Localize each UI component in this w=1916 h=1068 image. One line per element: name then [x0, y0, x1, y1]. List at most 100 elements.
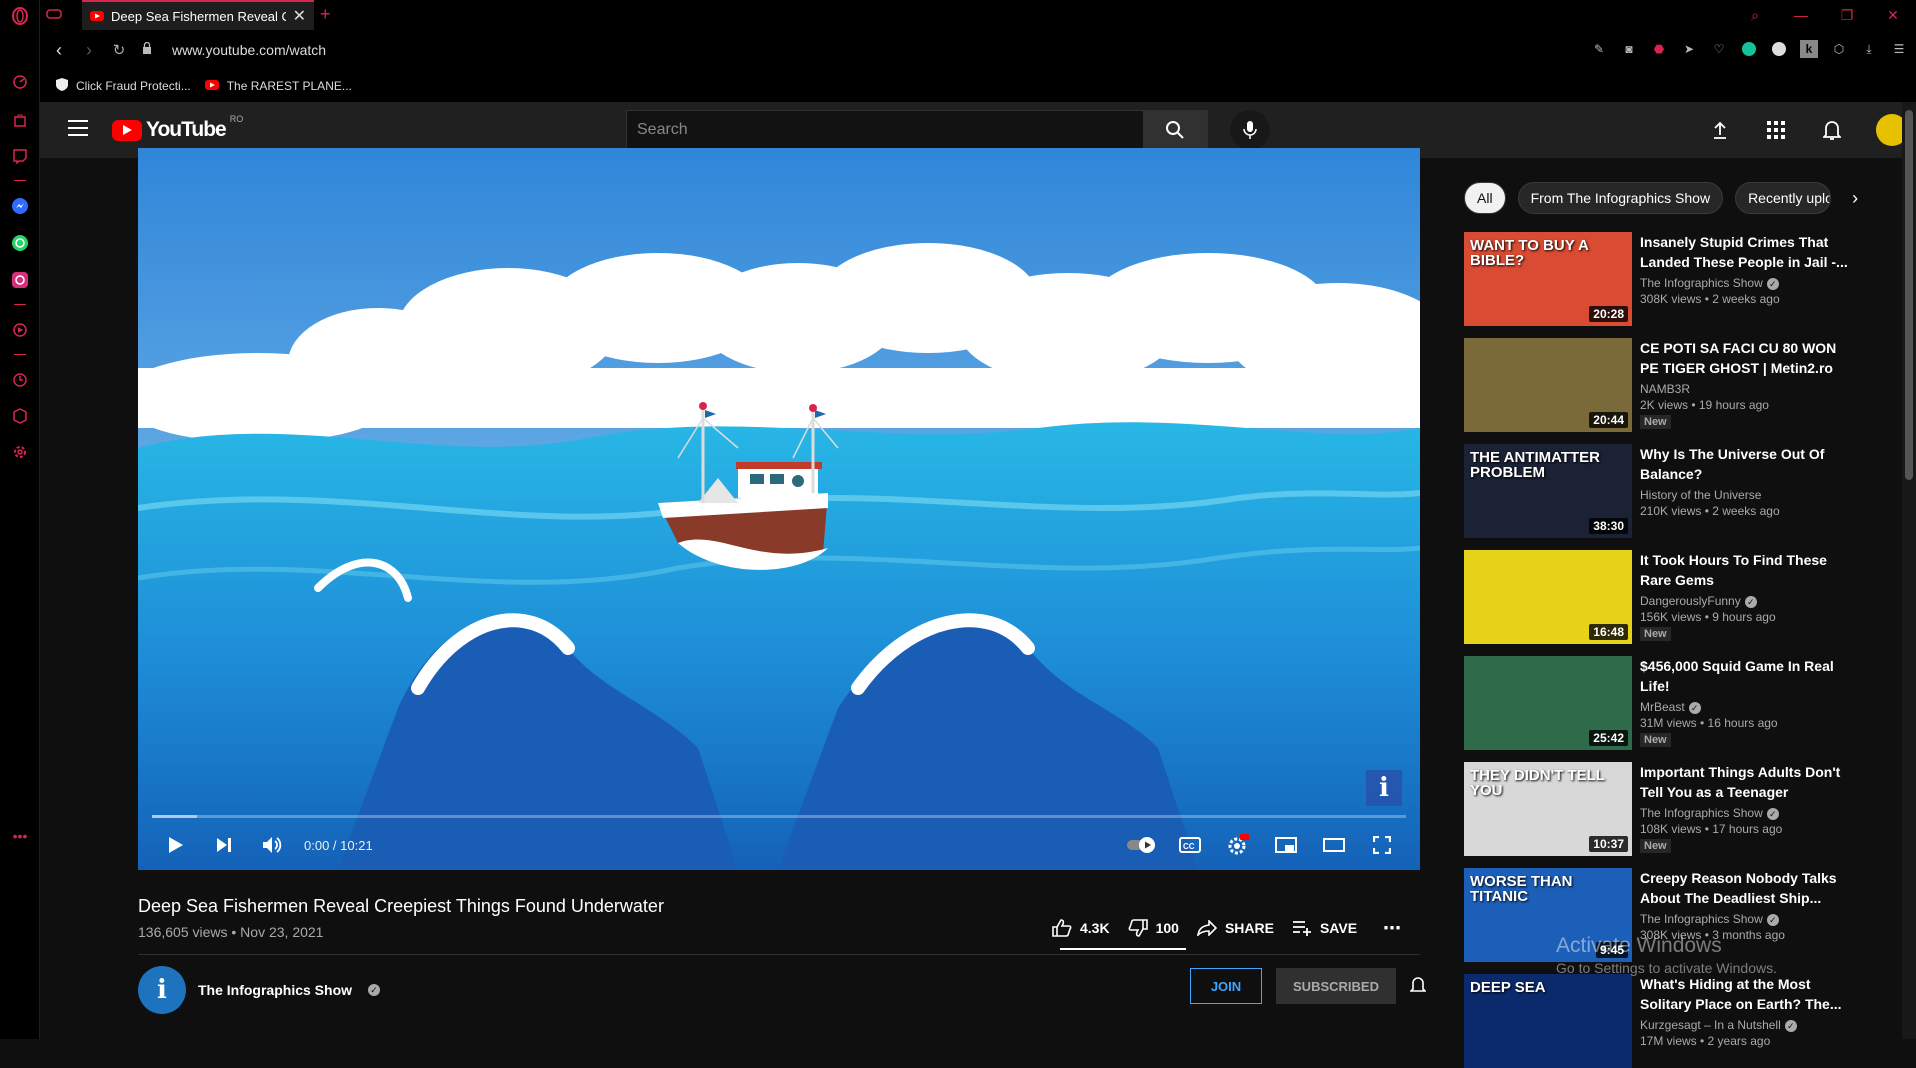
recommendation-item[interactable]: DEEP SEAWhat's Hiding at the Most Solita…: [1464, 974, 1850, 1068]
chevron-right-icon[interactable]: ›: [1843, 188, 1867, 209]
recommendation-thumbnail[interactable]: WANT TO BUY A BIBLE?20:28: [1464, 232, 1632, 326]
recommendation-title[interactable]: Creepy Reason Nobody Talks About The Dea…: [1640, 868, 1850, 908]
search-input[interactable]: [627, 121, 1143, 139]
recommendation-thumbnail[interactable]: 16:48: [1464, 550, 1632, 644]
reload-button[interactable]: ↻: [104, 41, 134, 59]
scrollbar-thumb[interactable]: [1905, 110, 1913, 480]
next-button[interactable]: [200, 825, 248, 865]
voice-search-button[interactable]: [1230, 110, 1270, 150]
recommendation-title[interactable]: Insanely Stupid Crimes That Landed These…: [1640, 232, 1850, 272]
more-actions-button[interactable]: ⋯: [1383, 918, 1401, 939]
subscribed-button[interactable]: SUBSCRIBED: [1276, 968, 1396, 1004]
opera-logo-icon[interactable]: [10, 6, 30, 26]
channel-name[interactable]: The Infographics Show: [198, 982, 352, 998]
easy-setup-icon[interactable]: ☰: [1890, 40, 1908, 58]
url-field[interactable]: www.youtube.com/watch: [172, 42, 326, 58]
twitch-icon[interactable]: [10, 146, 30, 166]
recommendation-channel[interactable]: The Infographics Show: [1640, 276, 1763, 290]
camera-icon[interactable]: ◙: [1620, 40, 1638, 58]
tab-youtube[interactable]: Deep Sea Fishermen Reveal Creepiest Thin…: [82, 0, 314, 30]
new-tab-button[interactable]: +: [320, 4, 331, 25]
video-player[interactable]: i 0:00 / 10:21 CC: [138, 148, 1420, 870]
tab-close-icon[interactable]: ✕: [293, 6, 306, 26]
search-tabs-icon[interactable]: ⌕: [1732, 7, 1778, 24]
recommendation-thumbnail[interactable]: DEEP SEA: [1464, 974, 1632, 1068]
recommendation-title[interactable]: Why Is The Universe Out Of Balance?: [1640, 444, 1850, 484]
recommendation-item[interactable]: 20:44CE POTI SA FACI CU 80 WON PE TIGER …: [1464, 338, 1850, 432]
edit-icon[interactable]: ✎: [1590, 40, 1608, 58]
messenger-icon[interactable]: [10, 196, 30, 216]
recommendation-item[interactable]: WANT TO BUY A BIBLE?20:28Insanely Stupid…: [1464, 232, 1850, 326]
bookmark-rarest-plane[interactable]: The RAREST PLANE...: [205, 79, 352, 93]
minimize-button[interactable]: —: [1778, 7, 1824, 23]
download-icon[interactable]: ⤓: [1860, 40, 1878, 58]
upload-button[interactable]: [1700, 110, 1740, 150]
channel-watermark-icon[interactable]: i: [1366, 770, 1402, 806]
shopping-bag-icon[interactable]: [10, 110, 30, 130]
chip-recently-uploaded[interactable]: Recently uploaded: [1735, 182, 1831, 214]
shield-extension-icon[interactable]: ⬣: [1650, 40, 1668, 58]
restore-button[interactable]: ❐: [1824, 7, 1870, 24]
close-window-button[interactable]: ✕: [1870, 7, 1916, 24]
share-button[interactable]: SHARE: [1197, 920, 1274, 936]
recommendation-thumbnail[interactable]: 20:44: [1464, 338, 1632, 432]
k-extension-icon[interactable]: k: [1800, 40, 1818, 58]
player-icon[interactable]: [10, 320, 30, 340]
recommendation-title[interactable]: $456,000 Squid Game In Real Life!: [1640, 656, 1850, 696]
menu-icon[interactable]: [68, 120, 88, 141]
dislike-button[interactable]: 100: [1128, 919, 1179, 937]
recommendation-channel[interactable]: The Infographics Show: [1640, 912, 1763, 926]
recommendation-thumbnail[interactable]: 25:42: [1464, 656, 1632, 750]
play-button[interactable]: [152, 825, 200, 865]
autoplay-toggle[interactable]: [1118, 825, 1166, 865]
recommendation-title[interactable]: What's Hiding at the Most Solitary Place…: [1640, 974, 1850, 1014]
speed-dial-icon[interactable]: [10, 72, 30, 92]
recommendation-channel[interactable]: NAMB3R: [1640, 382, 1690, 396]
apps-button[interactable]: [1756, 110, 1796, 150]
settings-gear-icon[interactable]: [10, 442, 30, 462]
notifications-button[interactable]: [1812, 110, 1852, 150]
progress-bar[interactable]: [152, 815, 1406, 818]
tab-menu-icon[interactable]: [46, 7, 62, 26]
save-button[interactable]: SAVE: [1292, 920, 1357, 936]
recommendation-title[interactable]: It Took Hours To Find These Rare Gems: [1640, 550, 1850, 590]
recommendation-channel[interactable]: Kurzgesagt – In a Nutshell: [1640, 1018, 1781, 1032]
recommendation-title[interactable]: Important Things Adults Don't Tell You a…: [1640, 762, 1850, 802]
instagram-icon[interactable]: [10, 270, 30, 290]
settings-button[interactable]: [1214, 825, 1262, 865]
recommendation-item[interactable]: 25:42$456,000 Squid Game In Real Life! Mr…: [1464, 656, 1850, 750]
more-options-icon[interactable]: •••: [10, 826, 30, 846]
page-scrollbar[interactable]: [1902, 102, 1916, 1039]
search-button[interactable]: [1143, 111, 1207, 149]
volume-button[interactable]: [248, 825, 296, 865]
recommendation-item[interactable]: THEY DIDN'T TELL YOU10:37Important Thing…: [1464, 762, 1850, 856]
chip-all[interactable]: All: [1464, 182, 1506, 214]
cube-extension-icon[interactable]: ⬡: [1830, 40, 1848, 58]
theater-mode-button[interactable]: [1310, 825, 1358, 865]
send-icon[interactable]: ➤: [1680, 40, 1698, 58]
bookmark-click-fraud[interactable]: Click Fraud Protecti...: [56, 78, 191, 94]
channel-bell-icon[interactable]: [1410, 976, 1426, 999]
profile-ext-icon[interactable]: [1770, 40, 1788, 58]
fullscreen-button[interactable]: [1358, 825, 1406, 865]
whatsapp-icon[interactable]: [10, 233, 30, 253]
recommendation-channel[interactable]: MrBeast: [1640, 700, 1685, 714]
recommendation-thumbnail[interactable]: THE ANTIMATTER PROBLEM38:30: [1464, 444, 1632, 538]
history-icon[interactable]: [10, 370, 30, 390]
recommendation-channel[interactable]: History of the Universe: [1640, 488, 1761, 502]
miniplayer-button[interactable]: [1262, 825, 1310, 865]
chip-from-channel[interactable]: From The Infographics Show: [1518, 182, 1724, 214]
channel-avatar[interactable]: i: [138, 966, 186, 1014]
subtitles-button[interactable]: CC: [1166, 825, 1214, 865]
back-button[interactable]: ‹: [44, 40, 74, 61]
recommendation-item[interactable]: 16:48It Took Hours To Find These Rare Ge…: [1464, 550, 1850, 644]
recommendation-thumbnail[interactable]: THEY DIDN'T TELL YOU10:37: [1464, 762, 1632, 856]
recommendation-channel[interactable]: DangerouslyFunny: [1640, 594, 1741, 608]
join-button[interactable]: JOIN: [1190, 968, 1262, 1004]
heart-icon[interactable]: ♡: [1710, 40, 1728, 58]
extensions-cube-icon[interactable]: [10, 406, 30, 426]
forward-button[interactable]: ›: [74, 40, 104, 61]
recommendation-channel[interactable]: The Infographics Show: [1640, 806, 1763, 820]
recommendation-item[interactable]: THE ANTIMATTER PROBLEM38:30Why Is The Un…: [1464, 444, 1850, 538]
like-button[interactable]: 4.3K: [1052, 919, 1110, 937]
